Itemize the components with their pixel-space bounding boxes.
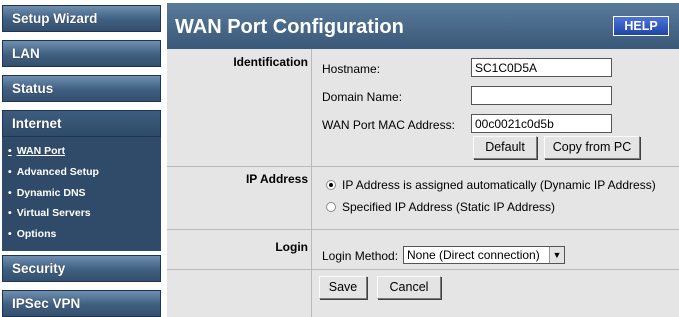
domain-name-input[interactable]: [471, 86, 612, 105]
dynamic-ip-label: IP Address is assigned automatically (Dy…: [342, 178, 656, 192]
save-button[interactable]: Save: [319, 276, 367, 299]
login-method-select[interactable]: None (Direct connection) ▼: [403, 246, 565, 264]
login-method-value: None (Direct connection): [407, 248, 540, 262]
login-section-label: Login: [275, 240, 308, 254]
section-divider: [167, 166, 679, 167]
submenu-item-dynamic-dns[interactable]: • Dynamic DNS: [8, 187, 86, 199]
mac-address-input[interactable]: [471, 114, 612, 133]
submenu-label: WAN Port: [16, 145, 66, 157]
title-bar: WAN Port Configuration HELP: [167, 3, 679, 49]
static-ip-label: Specified IP Address (Static IP Address): [342, 200, 555, 214]
submenu-label: Options: [16, 228, 57, 240]
login-method-label: Login Method:: [322, 249, 399, 263]
nav-security[interactable]: Security: [2, 255, 161, 282]
submenu-item-wan-port[interactable]: • WAN Port: [8, 145, 65, 157]
nav-internet[interactable]: Internet: [2, 110, 161, 137]
submenu-label: Advanced Setup: [16, 166, 99, 178]
dynamic-ip-radio[interactable]: [326, 180, 336, 190]
internet-submenu: • WAN Port • Advanced Setup • Dynamic DNS •…: [2, 137, 161, 251]
section-divider: [167, 269, 679, 270]
bullet-icon: •: [8, 228, 12, 240]
bullet-icon: •: [8, 166, 12, 178]
domain-name-label: Domain Name:: [322, 90, 403, 104]
submenu-item-advanced-setup[interactable]: • Advanced Setup: [8, 166, 99, 178]
submenu-label: Dynamic DNS: [16, 187, 86, 199]
copy-from-pc-button[interactable]: Copy from PC: [544, 136, 640, 159]
nav-ipsec-vpn[interactable]: IPSec VPN: [2, 290, 161, 317]
identification-section-label: Identification: [233, 55, 308, 69]
bullet-icon: •: [8, 207, 12, 219]
nav-status[interactable]: Status: [2, 75, 161, 102]
main-panel: WAN Port Configuration HELP Identificati…: [167, 3, 679, 317]
page-title: WAN Port Configuration: [175, 16, 404, 38]
sidebar: Setup Wizard LAN Status Internet • WAN Po…: [0, 0, 163, 317]
help-button[interactable]: HELP: [613, 16, 669, 36]
nav-setup-wizard[interactable]: Setup Wizard: [2, 5, 161, 32]
section-divider: [167, 229, 679, 230]
submenu-item-options[interactable]: • Options: [8, 228, 56, 240]
bullet-icon: •: [8, 145, 12, 157]
submenu-item-virtual-servers[interactable]: • Virtual Servers: [8, 207, 91, 219]
hostname-label: Hostname:: [322, 62, 381, 76]
cancel-button[interactable]: Cancel: [377, 276, 441, 299]
default-button[interactable]: Default: [473, 136, 537, 159]
hostname-input[interactable]: [471, 58, 612, 77]
nav-lan[interactable]: LAN: [2, 40, 161, 67]
ip-address-section-label: IP Address: [245, 172, 308, 186]
submenu-label: Virtual Servers: [16, 207, 91, 219]
column-divider: [311, 49, 312, 317]
static-ip-radio[interactable]: [326, 202, 336, 212]
bullet-icon: •: [8, 187, 12, 199]
mac-address-label: WAN Port MAC Address:: [322, 118, 455, 132]
chevron-down-icon[interactable]: ▼: [549, 247, 564, 263]
